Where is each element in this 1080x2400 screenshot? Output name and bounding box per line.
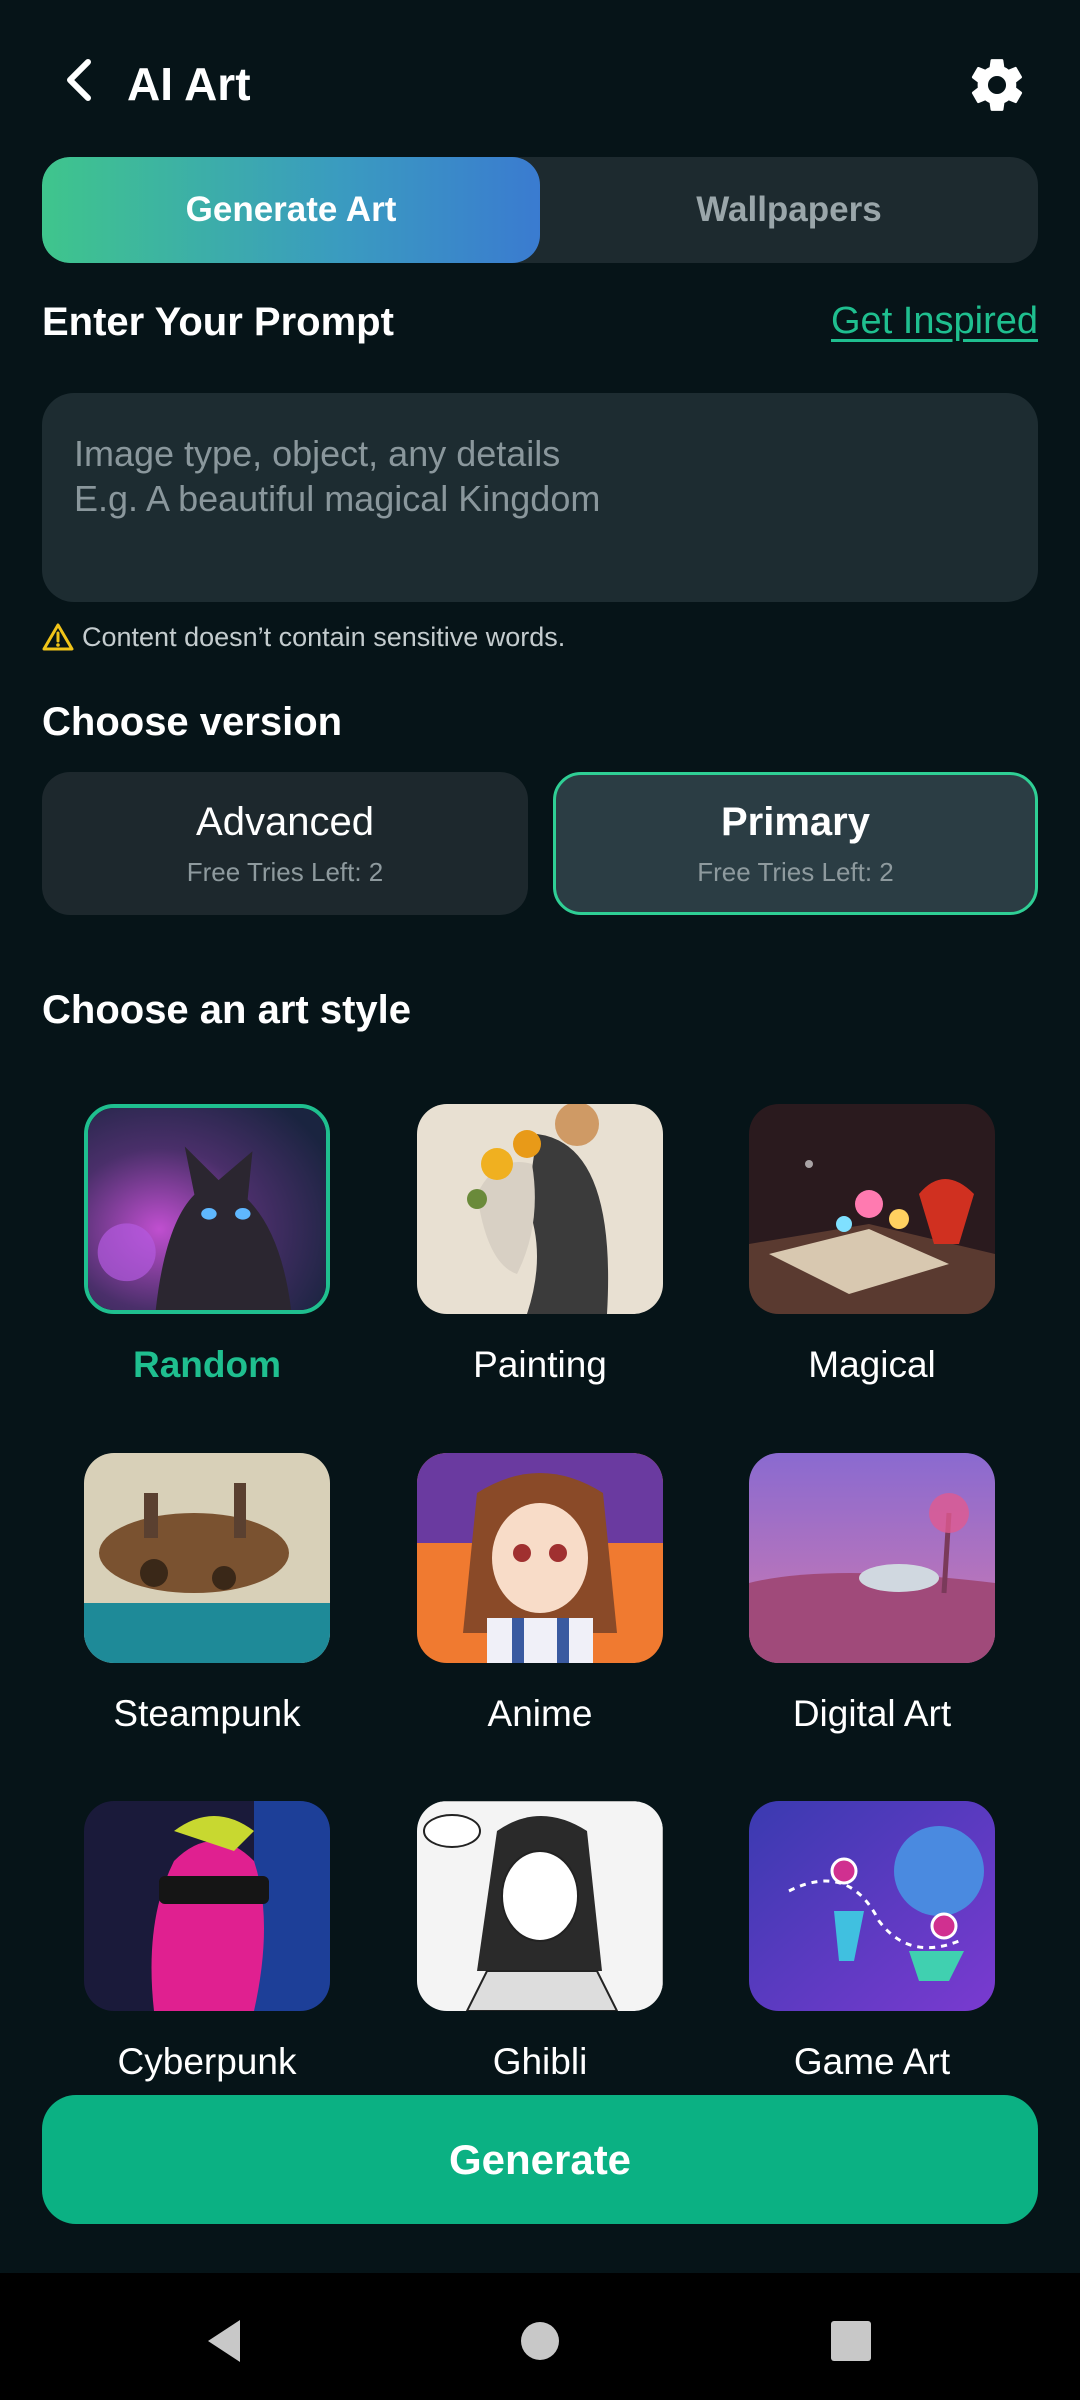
generate-button[interactable]: Generate bbox=[42, 2095, 1038, 2224]
style-game-art-thumbnail bbox=[749, 1801, 995, 2011]
ghibli-image bbox=[417, 1801, 663, 2011]
nav-back-button[interactable] bbox=[185, 2301, 265, 2381]
style-label: Anime bbox=[487, 1693, 593, 1734]
style-cyberpunk[interactable]: Cyberpunk bbox=[84, 1801, 330, 2083]
style-magical-thumbnail bbox=[749, 1104, 995, 1314]
version-tries: Free Tries Left: 2 bbox=[697, 856, 894, 887]
back-button[interactable] bbox=[52, 52, 108, 108]
style-label: Ghibli bbox=[492, 2041, 588, 2082]
style-anime[interactable]: Anime bbox=[417, 1453, 663, 1735]
style-cyberpunk-thumbnail bbox=[84, 1801, 330, 2011]
style-anime-thumbnail bbox=[417, 1453, 663, 1663]
cyberpunk-image bbox=[84, 1801, 330, 2011]
version-primary-card[interactable]: Primary Free Tries Left: 2 bbox=[553, 772, 1038, 915]
style-steampunk[interactable]: Steampunk bbox=[84, 1453, 330, 1735]
style-label: Steampunk bbox=[113, 1693, 301, 1734]
nav-home-icon bbox=[521, 2322, 559, 2360]
style-label: Magical bbox=[808, 1344, 936, 1385]
style-game-art[interactable]: Game Art bbox=[749, 1801, 995, 2083]
version-section-title: Choose version bbox=[42, 700, 343, 744]
gear-icon bbox=[971, 59, 1023, 111]
tab-generate-art[interactable]: Generate Art bbox=[42, 157, 540, 263]
steampunk-image bbox=[84, 1453, 330, 1663]
version-name: Advanced bbox=[196, 799, 374, 844]
style-digital-art[interactable]: Digital Art bbox=[749, 1453, 995, 1735]
warning-icon bbox=[42, 623, 74, 651]
magical-image bbox=[749, 1104, 995, 1314]
get-inspired-link[interactable]: Get Inspired bbox=[831, 300, 1038, 343]
version-tries: Free Tries Left: 2 bbox=[186, 856, 384, 887]
content-warning: Content doesn’t contain sensitive words. bbox=[42, 617, 565, 657]
art-style-section-title: Choose an art style bbox=[42, 988, 412, 1032]
painting-image bbox=[417, 1104, 663, 1314]
style-digital-art-thumbnail bbox=[749, 1453, 995, 1663]
nav-home-button[interactable] bbox=[500, 2301, 580, 2381]
style-ghibli[interactable]: Ghibli bbox=[417, 1801, 663, 2083]
style-label: Cyberpunk bbox=[117, 2041, 297, 2082]
nav-recents-icon bbox=[831, 2321, 871, 2361]
style-magical[interactable]: Magical bbox=[749, 1104, 995, 1386]
style-painting-thumbnail bbox=[417, 1104, 663, 1314]
style-painting[interactable]: Painting bbox=[417, 1104, 663, 1386]
prompt-input[interactable] bbox=[74, 431, 1006, 564]
settings-button[interactable] bbox=[962, 50, 1032, 120]
digital-art-image bbox=[749, 1453, 995, 1663]
tab-wallpapers[interactable]: Wallpapers bbox=[540, 157, 1038, 263]
nav-back-icon bbox=[208, 2320, 240, 2362]
style-ghibli-thumbnail bbox=[417, 1801, 663, 2011]
style-label: Random bbox=[133, 1344, 281, 1385]
cat-image bbox=[88, 1108, 326, 1310]
style-label: Game Art bbox=[793, 2041, 951, 2082]
back-arrow-icon bbox=[67, 59, 91, 101]
style-steampunk-thumbnail bbox=[84, 1453, 330, 1663]
style-random-thumbnail bbox=[84, 1104, 330, 1314]
prompt-box bbox=[42, 393, 1038, 602]
anime-image bbox=[417, 1453, 663, 1663]
nav-recents-button[interactable] bbox=[811, 2301, 891, 2381]
warning-text: Content doesn’t contain sensitive words. bbox=[82, 621, 566, 652]
page-title: AI Art bbox=[127, 58, 251, 110]
version-advanced-card[interactable]: Advanced Free Tries Left: 2 bbox=[42, 772, 528, 915]
style-label: Digital Art bbox=[792, 1693, 952, 1734]
game-art-image bbox=[749, 1801, 995, 2011]
prompt-section-title: Enter Your Prompt bbox=[42, 300, 394, 344]
style-random[interactable]: Random bbox=[84, 1104, 330, 1386]
style-label: Painting bbox=[473, 1344, 607, 1385]
tab-bar: Generate Art Wallpapers bbox=[42, 157, 1038, 263]
system-nav-bar bbox=[0, 2273, 1080, 2400]
version-name: Primary bbox=[721, 799, 870, 844]
